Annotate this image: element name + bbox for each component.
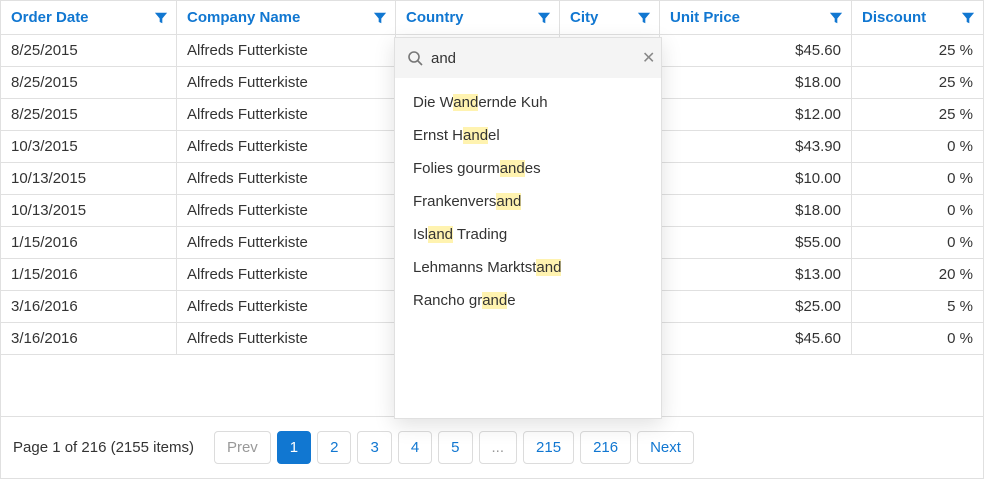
highlight: and [536, 259, 561, 276]
cell-order_date: 10/13/2015 [1, 195, 177, 227]
cell-company: Alfreds Futterkiste [177, 99, 396, 131]
cell-company: Alfreds Futterkiste [177, 291, 396, 323]
pager-page-4[interactable]: 4 [398, 431, 432, 464]
column-header-label: Discount [862, 9, 926, 26]
cell-discount: 20 % [852, 259, 983, 291]
data-grid: Order Date Company Name Country City Unit Pr… [0, 0, 984, 479]
cell-unit_price: $25.00 [660, 291, 852, 323]
pager-page-2[interactable]: 2 [317, 431, 351, 464]
highlight: and [428, 226, 453, 243]
pager-page-5[interactable]: 5 [438, 431, 472, 464]
cell-company: Alfreds Futterkiste [177, 163, 396, 195]
highlight: and [463, 127, 488, 144]
cell-discount: 0 % [852, 227, 983, 259]
cell-order_date: 3/16/2016 [1, 291, 177, 323]
column-header-company[interactable]: Company Name [177, 1, 396, 35]
cell-company: Alfreds Futterkiste [177, 195, 396, 227]
cell-unit_price: $12.00 [660, 99, 852, 131]
cell-unit_price: $10.00 [660, 163, 852, 195]
pager-buttons: Prev12345...215216Next [214, 431, 694, 464]
clear-search-button[interactable]: ✕ [638, 48, 659, 68]
dropdown-search-input[interactable] [431, 50, 630, 67]
cell-order_date: 8/25/2015 [1, 35, 177, 67]
highlight: and [500, 160, 525, 177]
cell-company: Alfreds Futterkiste [177, 131, 396, 163]
cell-company: Alfreds Futterkiste [177, 35, 396, 67]
column-header-order_date[interactable]: Order Date [1, 1, 177, 35]
pager: Page 1 of 216 (2155 items) Prev12345...2… [1, 417, 983, 479]
cell-company: Alfreds Futterkiste [177, 259, 396, 291]
cell-discount: 5 % [852, 291, 983, 323]
cell-discount: 25 % [852, 67, 983, 99]
highlight: and [496, 193, 521, 210]
column-header-row: Order Date Company Name Country City Unit Pr… [1, 1, 983, 35]
cell-order_date: 10/13/2015 [1, 163, 177, 195]
cell-unit_price: $18.00 [660, 67, 852, 99]
dropdown-item[interactable]: Folies gourmandes [395, 152, 661, 185]
dropdown-item[interactable]: Die Wandernde Kuh [395, 86, 661, 119]
column-header-label: Company Name [187, 9, 300, 26]
filter-icon[interactable] [537, 11, 551, 25]
cell-unit_price: $55.00 [660, 227, 852, 259]
cell-company: Alfreds Futterkiste [177, 323, 396, 355]
pager-page-1[interactable]: 1 [277, 431, 311, 464]
cell-discount: 0 % [852, 131, 983, 163]
pager-prev-button: Prev [214, 431, 271, 464]
column-header-country[interactable]: Country [396, 1, 560, 35]
column-header-label: Country [406, 9, 464, 26]
dropdown-item[interactable]: Rancho grande [395, 284, 661, 317]
column-header-city[interactable]: City [560, 1, 660, 35]
dropdown-item[interactable]: Lehmanns Marktstand [395, 251, 661, 284]
highlight: and [482, 292, 507, 309]
cell-company: Alfreds Futterkiste [177, 67, 396, 99]
cell-order_date: 10/3/2015 [1, 131, 177, 163]
dropdown-item[interactable]: Frankenversand [395, 185, 661, 218]
cell-unit_price: $45.60 [660, 323, 852, 355]
company-filter-dropdown: ✕ Die Wandernde KuhErnst HandelFolies go… [394, 37, 662, 419]
cell-order_date: 3/16/2016 [1, 323, 177, 355]
filter-icon[interactable] [961, 11, 975, 25]
cell-order_date: 8/25/2015 [1, 99, 177, 131]
column-header-unit_price[interactable]: Unit Price [660, 1, 852, 35]
pager-next-button[interactable]: Next [637, 431, 694, 464]
pager-summary: Page 1 of 216 (2155 items) [13, 439, 194, 456]
highlight: and [453, 94, 478, 111]
cell-unit_price: $13.00 [660, 259, 852, 291]
cell-discount: 25 % [852, 35, 983, 67]
cell-company: Alfreds Futterkiste [177, 227, 396, 259]
dropdown-search-row: ✕ [395, 38, 661, 78]
cell-discount: 0 % [852, 195, 983, 227]
cell-unit_price: $18.00 [660, 195, 852, 227]
pager-ellipsis: ... [479, 431, 518, 464]
dropdown-item[interactable]: Island Trading [395, 218, 661, 251]
search-icon [407, 50, 423, 66]
cell-order_date: 1/15/2016 [1, 259, 177, 291]
cell-order_date: 1/15/2016 [1, 227, 177, 259]
column-header-discount[interactable]: Discount [852, 1, 983, 35]
pager-page-216[interactable]: 216 [580, 431, 631, 464]
filter-icon[interactable] [637, 11, 651, 25]
cell-unit_price: $45.60 [660, 35, 852, 67]
filter-icon[interactable] [373, 11, 387, 25]
dropdown-item[interactable]: Ernst Handel [395, 119, 661, 152]
dropdown-list: Die Wandernde KuhErnst HandelFolies gour… [395, 78, 661, 418]
cell-discount: 25 % [852, 99, 983, 131]
cell-order_date: 8/25/2015 [1, 67, 177, 99]
cell-discount: 0 % [852, 163, 983, 195]
filter-icon[interactable] [154, 11, 168, 25]
cell-discount: 0 % [852, 323, 983, 355]
filter-icon[interactable] [829, 11, 843, 25]
column-header-label: Unit Price [670, 9, 740, 26]
cell-unit_price: $43.90 [660, 131, 852, 163]
pager-page-215[interactable]: 215 [523, 431, 574, 464]
pager-page-3[interactable]: 3 [357, 431, 391, 464]
column-header-label: City [570, 9, 598, 26]
column-header-label: Order Date [11, 9, 89, 26]
